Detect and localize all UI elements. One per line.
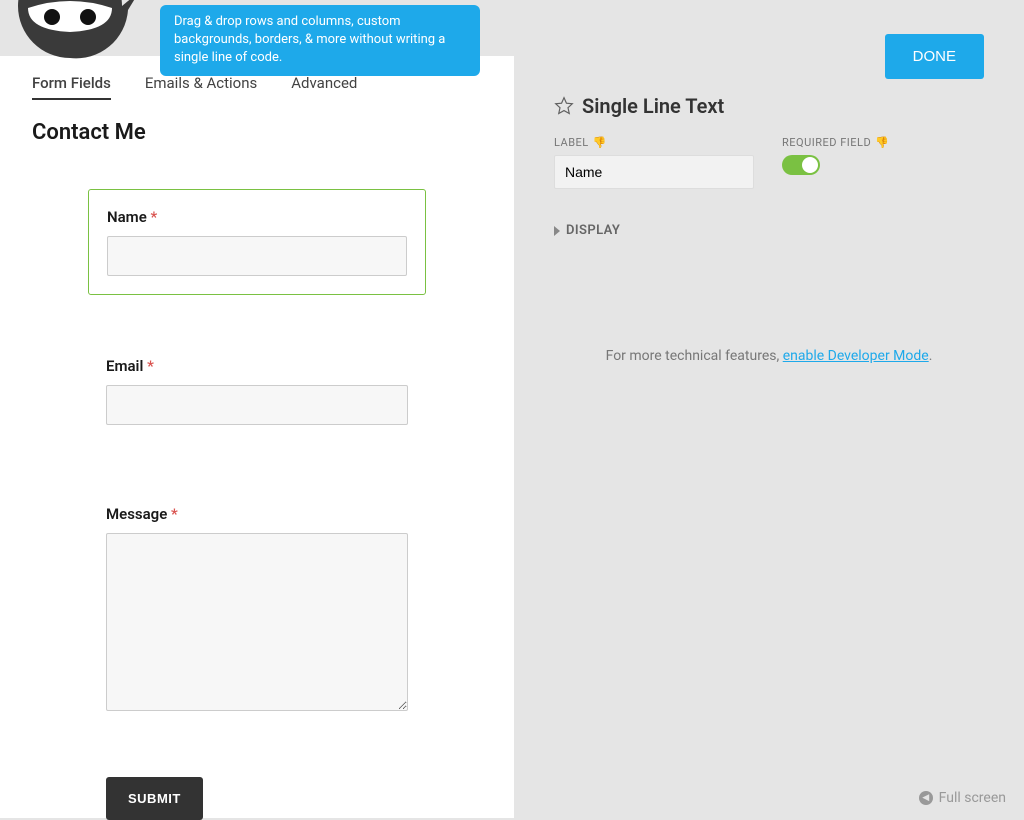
field-label-text: Name — [107, 208, 147, 226]
chevron-right-icon — [554, 226, 560, 236]
promo-tooltip: Drag & drop rows and columns, custom bac… — [160, 5, 480, 76]
field-block-name[interactable]: Name * — [88, 189, 426, 295]
field-block-message[interactable]: Message * — [88, 487, 426, 733]
display-section-header[interactable]: DISPLAY — [554, 223, 984, 238]
done-button[interactable]: DONE — [885, 34, 984, 79]
thumbs-down-icon[interactable]: 👎 — [593, 136, 607, 149]
required-heading: REQUIRED FIELD 👎 — [782, 136, 889, 149]
drawer-title: Single Line Text — [582, 94, 724, 118]
label-input[interactable] — [554, 155, 754, 189]
field-label: Message * — [106, 505, 408, 523]
name-input[interactable] — [107, 236, 407, 276]
field-label: Name * — [107, 208, 407, 226]
message-textarea[interactable] — [106, 533, 408, 711]
thumbs-down-icon[interactable]: 👎 — [875, 136, 889, 149]
form-builder-panel: Form Fields Emails & Actions Advanced Co… — [0, 56, 514, 818]
enable-developer-mode-link[interactable]: enable Developer Mode — [783, 348, 929, 364]
required-asterisk: * — [171, 505, 178, 523]
field-block-email[interactable]: Email * — [88, 339, 426, 443]
ninja-mascot-icon — [0, 0, 140, 60]
tab-form-fields[interactable]: Form Fields — [32, 74, 111, 100]
arrow-left-circle-icon: ◀ — [919, 791, 933, 805]
developer-mode-hint: For more technical features, enable Deve… — [554, 348, 984, 364]
star-outline-icon[interactable] — [554, 96, 574, 116]
toggle-knob — [802, 157, 818, 173]
field-label: Email * — [106, 357, 408, 375]
required-asterisk: * — [151, 208, 158, 226]
field-label-text: Email — [106, 357, 143, 375]
submit-button[interactable]: SUBMIT — [106, 777, 203, 820]
tab-emails-actions[interactable]: Emails & Actions — [145, 74, 257, 100]
field-settings-drawer: DONE Single Line Text LABEL 👎 REQUIRED F… — [514, 0, 1024, 818]
builder-tabs: Form Fields Emails & Actions Advanced — [32, 74, 482, 100]
field-label-text: Message — [106, 505, 167, 523]
required-toggle[interactable] — [782, 155, 820, 175]
fullscreen-label: Full screen — [939, 790, 1006, 806]
email-input[interactable] — [106, 385, 408, 425]
required-asterisk: * — [147, 357, 154, 375]
tab-advanced[interactable]: Advanced — [291, 74, 357, 100]
fullscreen-toggle[interactable]: ◀ Full screen — [919, 790, 1006, 806]
form-title[interactable]: Contact Me — [32, 120, 482, 145]
display-section-label: DISPLAY — [566, 223, 620, 238]
label-heading: LABEL 👎 — [554, 136, 754, 149]
